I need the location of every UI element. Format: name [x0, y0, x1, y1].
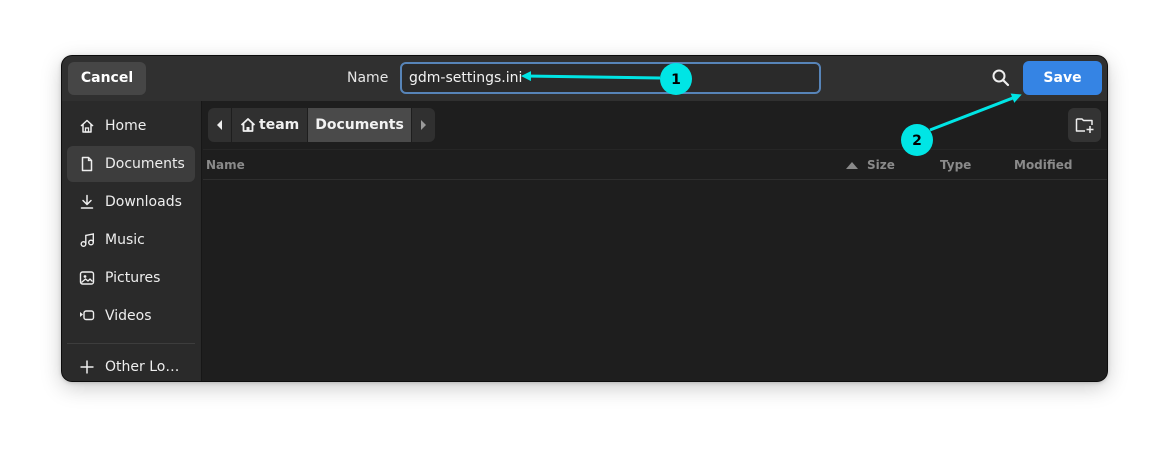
sidebar-item-documents[interactable]: Documents	[67, 146, 195, 182]
column-header-size[interactable]: Size	[867, 158, 895, 172]
music-icon	[80, 233, 94, 247]
sidebar-item-label: Other Lo…	[105, 359, 180, 375]
home-icon	[80, 119, 94, 133]
pathbar: team Documents	[203, 101, 1107, 149]
chevron-left-icon	[217, 120, 222, 130]
places-sidebar: Home Documents Downloads Music Pictures …	[62, 101, 202, 381]
sort-ascending-icon	[846, 162, 858, 169]
sidebar-item-label: Music	[105, 232, 145, 248]
chevron-right-icon	[421, 120, 426, 130]
file-list-header: Name Size Type Modified	[203, 149, 1107, 180]
sidebar-item-label: Documents	[105, 156, 185, 172]
home-icon	[240, 118, 256, 132]
sidebar-item-videos[interactable]: Videos	[67, 298, 195, 334]
column-header-modified[interactable]: Modified	[1014, 158, 1073, 172]
sidebar-separator	[67, 343, 195, 344]
search-button[interactable]	[987, 64, 1015, 92]
path-back-button[interactable]	[208, 108, 231, 142]
path-segment-home[interactable]: team	[232, 108, 307, 142]
plus-icon	[80, 360, 94, 374]
sidebar-item-label: Home	[105, 118, 147, 134]
video-icon	[80, 310, 95, 321]
document-icon	[81, 156, 93, 172]
column-header-name[interactable]: Name	[206, 158, 245, 172]
download-icon	[80, 194, 94, 209]
path-forward-button[interactable]	[412, 108, 435, 142]
column-header-type[interactable]: Type	[940, 158, 971, 172]
save-file-dialog: Cancel Name gdm-settings.ini Save Home D…	[62, 56, 1107, 381]
file-list[interactable]	[203, 180, 1107, 381]
sidebar-item-home[interactable]: Home	[67, 108, 195, 144]
sidebar-item-label: Videos	[105, 308, 152, 324]
sidebar-item-other-locations[interactable]: Other Lo…	[67, 349, 195, 381]
save-button[interactable]: Save	[1023, 61, 1102, 95]
path-segment-label: team	[259, 117, 300, 133]
new-folder-button[interactable]	[1068, 108, 1101, 142]
sidebar-item-pictures[interactable]: Pictures	[67, 260, 195, 296]
sidebar-item-music[interactable]: Music	[67, 222, 195, 258]
sidebar-item-label: Pictures	[105, 270, 161, 286]
path-segment-current[interactable]: Documents	[308, 108, 411, 142]
search-icon	[992, 69, 1010, 87]
new-folder-icon	[1075, 118, 1094, 133]
picture-icon	[79, 271, 95, 285]
filename-input[interactable]: gdm-settings.ini	[400, 62, 821, 94]
name-label: Name	[347, 70, 389, 86]
sidebar-item-downloads[interactable]: Downloads	[67, 184, 195, 220]
cancel-button[interactable]: Cancel	[68, 62, 146, 95]
sidebar-item-label: Downloads	[105, 194, 182, 210]
headerbar: Cancel Name gdm-settings.ini Save	[62, 56, 1107, 101]
